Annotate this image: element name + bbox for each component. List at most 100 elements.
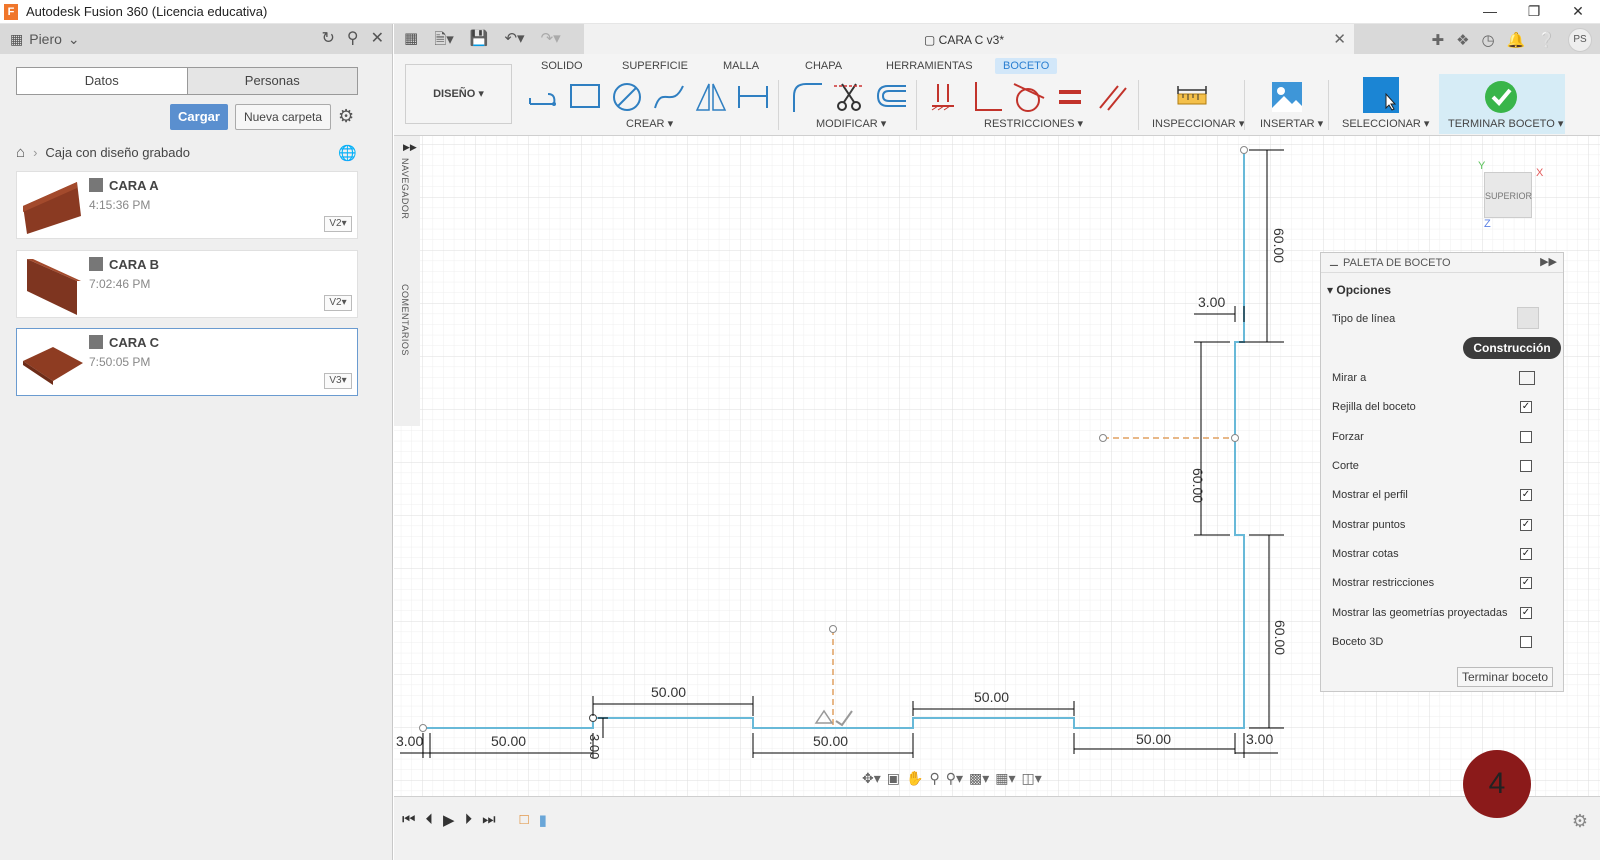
dimension-label[interactable]: 60.00 [1190, 468, 1206, 503]
browser-side-tab[interactable]: ▶▶ NAVEGADOR COMENTARIOS [394, 136, 420, 426]
version-dropdown[interactable]: V3▾ [324, 373, 352, 389]
expand-icon[interactable]: ▶▶ [403, 142, 417, 153]
upload-button[interactable]: Cargar [170, 104, 228, 130]
step-forward-icon[interactable]: ⏵ [465, 811, 473, 829]
play-icon[interactable]: ▶ [443, 811, 455, 829]
line-icon[interactable] [526, 80, 560, 114]
sketch-grid-checkbox[interactable]: ✓ [1520, 401, 1532, 413]
maximize-button[interactable]: ❐ [1512, 0, 1556, 24]
file-card[interactable]: CARA B 7:02:46 PM V2▾ [16, 250, 358, 318]
construction-line-icon[interactable] [1517, 307, 1539, 329]
spline-icon[interactable] [652, 80, 686, 114]
version-dropdown[interactable]: V2▾ [324, 295, 352, 311]
measure-icon[interactable] [1175, 80, 1209, 114]
rectangle-icon[interactable] [568, 80, 602, 114]
insertar-menu[interactable]: INSERTAR ▾ [1260, 117, 1323, 130]
display-settings-icon[interactable]: ▩▾ [969, 770, 989, 787]
sketch-point[interactable] [1099, 434, 1107, 442]
save-icon[interactable]: 💾 [470, 29, 489, 54]
dimension-label[interactable]: 3.00 [396, 733, 423, 749]
snap-checkbox[interactable] [1520, 431, 1532, 443]
dimension-label[interactable]: 3.00 [587, 734, 602, 759]
close-button[interactable]: ✕ [1556, 0, 1600, 24]
tab-boceto[interactable]: BOCETO [995, 58, 1058, 74]
user-menu[interactable]: ▦ Piero ⌄ [10, 31, 80, 48]
document-tab[interactable]: ▢ CARA C v3* ✕ [584, 24, 1354, 54]
dimension-label[interactable]: 60.00 [1271, 228, 1287, 263]
perpendicular-constraint-icon[interactable] [970, 80, 1004, 114]
show-constraints-checkbox[interactable]: ✓ [1520, 577, 1532, 589]
undo-icon[interactable]: ↶▾ [504, 29, 524, 54]
globe-icon[interactable]: 🌐 [338, 144, 357, 162]
select-icon[interactable] [1362, 76, 1400, 114]
crear-menu[interactable]: CREAR ▾ [626, 117, 673, 130]
inspeccionar-menu[interactable]: INSPECCIONAR ▾ [1152, 117, 1244, 130]
search-icon[interactable]: ⚲ [347, 28, 359, 48]
sketch-point[interactable] [1240, 146, 1248, 154]
sketch-3d-checkbox[interactable] [1520, 636, 1532, 648]
redo-icon[interactable]: ↷▾ [541, 29, 561, 54]
trim-scissors-icon[interactable] [832, 80, 866, 114]
seleccionar-menu[interactable]: SELECCIONAR ▾ [1342, 117, 1429, 130]
restricciones-menu[interactable]: RESTRICCIONES ▾ [984, 117, 1083, 130]
extensions-icon[interactable]: ❖ [1456, 31, 1469, 49]
dimension-label[interactable]: 60.00 [1272, 620, 1288, 655]
view-cube-face[interactable]: SUPERIOR [1485, 191, 1532, 201]
gear-icon[interactable]: ⚙ [1572, 811, 1588, 832]
orbit-icon[interactable]: ✥▾ [862, 770, 881, 787]
dimension-label[interactable]: 3.00 [1198, 294, 1225, 310]
show-profile-checkbox[interactable]: ✓ [1520, 489, 1532, 501]
tab-datos[interactable]: Datos [17, 68, 187, 94]
options-section[interactable]: ▾ Opciones [1327, 283, 1391, 297]
mirror-icon[interactable] [694, 80, 728, 114]
dimension-label[interactable]: 3.00 [1246, 731, 1273, 747]
dimension-label[interactable]: 50.00 [1136, 731, 1171, 747]
parallel-constraint-icon[interactable] [1096, 80, 1130, 114]
look-at-icon[interactable] [1519, 371, 1535, 385]
step-back-icon[interactable]: ⏴ [426, 811, 434, 829]
sketch-dimension-icon[interactable] [736, 80, 770, 114]
tab-personas[interactable]: Personas [186, 68, 357, 94]
new-folder-button[interactable]: Nueva carpeta [235, 104, 331, 130]
minimize-button[interactable]: — [1468, 0, 1512, 24]
equal-constraint-icon[interactable] [1054, 80, 1088, 114]
viewports-icon[interactable]: ◫▾ [1022, 770, 1042, 787]
data-panel-icon[interactable]: ▦ [404, 29, 418, 54]
refresh-icon[interactable]: ↻ [321, 28, 334, 48]
fillet-icon[interactable] [790, 80, 824, 114]
show-projected-checkbox[interactable]: ✓ [1520, 607, 1532, 619]
tab-malla[interactable]: MALLA [723, 58, 759, 74]
tab-herramientas[interactable]: HERRAMIENTAS [886, 58, 973, 74]
dimension-label[interactable]: 50.00 [651, 684, 686, 700]
insert-image-icon[interactable] [1270, 80, 1304, 114]
view-cube[interactable]: SUPERIOR [1484, 172, 1532, 218]
grid-settings-icon[interactable]: ▦▾ [995, 770, 1015, 787]
dimension-label[interactable]: 50.00 [491, 733, 526, 749]
tangent-constraint-icon[interactable] [1012, 80, 1046, 114]
pan-icon[interactable]: ✋ [906, 770, 923, 787]
tab-superficie[interactable]: SUPERFICIE [622, 58, 688, 74]
expand-icon[interactable]: ▶▶ [1540, 255, 1557, 268]
sketch-point[interactable] [829, 625, 837, 633]
file-card[interactable]: CARA A 4:15:36 PM V2▾ [16, 171, 358, 239]
dimension-label[interactable]: 50.00 [974, 689, 1009, 705]
circle-icon[interactable] [610, 80, 644, 114]
coincident-constraint-icon[interactable] [928, 80, 962, 114]
job-status-icon[interactable]: ◷ [1482, 31, 1495, 49]
close-icon[interactable]: ✕ [371, 28, 384, 48]
tab-chapa[interactable]: CHAPA [805, 58, 842, 74]
new-tab-icon[interactable]: ✚ [1432, 31, 1445, 49]
zoom-icon[interactable]: ⚲ [929, 770, 939, 787]
file-card[interactable]: CARA C 7:50:05 PM V3▾ [16, 328, 358, 396]
dimension-label[interactable]: 50.00 [813, 733, 848, 749]
fit-icon[interactable]: ⚲▾ [946, 770, 963, 787]
finish-sketch-button[interactable]: Terminar boceto [1457, 667, 1553, 687]
avatar[interactable]: PS [1568, 28, 1592, 52]
look-at-icon[interactable]: ▣ [887, 770, 900, 787]
sketch-point[interactable] [419, 724, 427, 732]
finish-sketch-check-icon[interactable] [1484, 80, 1518, 114]
tab-solido[interactable]: SOLIDO [541, 58, 583, 74]
terminar-boceto-menu[interactable]: TERMINAR BOCETO ▾ [1448, 117, 1563, 130]
file-menu-icon[interactable]: 🗎▾ [434, 29, 454, 54]
show-points-checkbox[interactable]: ✓ [1520, 519, 1532, 531]
